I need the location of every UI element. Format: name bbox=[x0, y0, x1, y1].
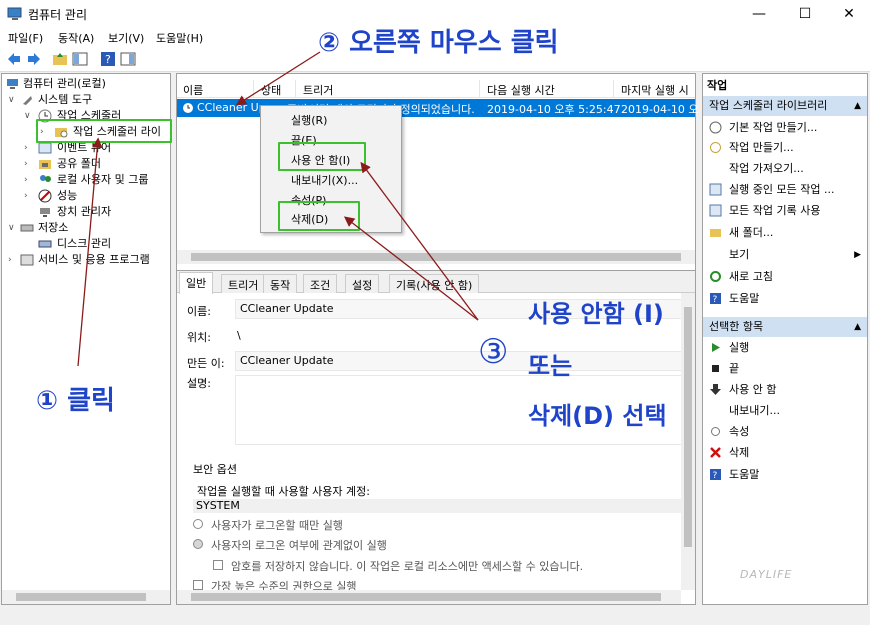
annotation-step3-line1: 사용 안함 (I) bbox=[528, 300, 664, 328]
annotation-step3-mark: ③ bbox=[478, 332, 509, 372]
arrow-to-disable bbox=[360, 161, 479, 321]
annotation-step1: ① 클릭 bbox=[36, 386, 115, 416]
annotation-arrows bbox=[77, 51, 479, 367]
annotation-step2: ② 오른쪽 마우스 클릭 bbox=[318, 28, 559, 58]
annotation-step3-line2: 또는 bbox=[528, 352, 573, 380]
annotation-step3-line3: 삭제(D) 선택 bbox=[528, 402, 667, 430]
watermark-logo: DAYLIFE bbox=[740, 568, 793, 581]
arrow-to-delete bbox=[343, 216, 479, 321]
computer-management-window: 컴퓨터 관리 — ☐ ✕ 파일(F) 동작(A) 보기(V) 도움말(H) ? … bbox=[0, 0, 870, 625]
arrow-to-library bbox=[77, 137, 103, 367]
arrow-to-row bbox=[235, 51, 321, 106]
